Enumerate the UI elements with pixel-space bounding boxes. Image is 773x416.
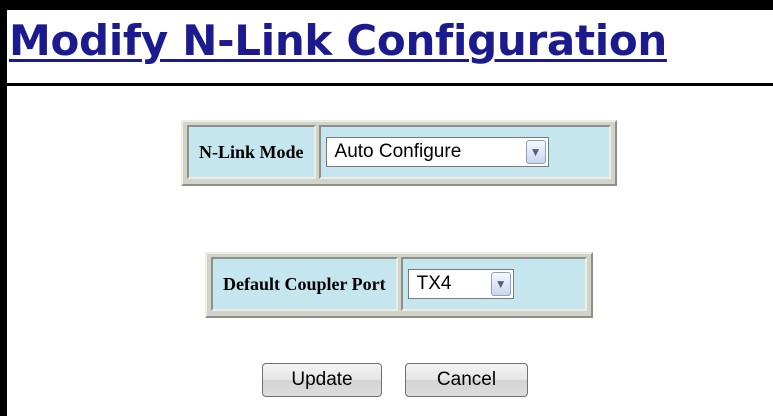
default-coupler-port-select[interactable]: TX4 ▼ bbox=[407, 269, 514, 299]
cancel-button[interactable]: Cancel bbox=[405, 363, 528, 397]
chevron-down-icon[interactable]: ▼ bbox=[525, 140, 546, 164]
nlink-mode-value: Auto Configure bbox=[334, 141, 462, 162]
default-coupler-port-value: TX4 bbox=[416, 273, 452, 294]
page-title: Modify N-Link Configuration bbox=[9, 16, 667, 65]
nlink-mode-label: N-Link Mode bbox=[199, 141, 304, 162]
nlink-mode-label-cell: N-Link Mode bbox=[187, 125, 316, 179]
default-coupler-port-control-cell: TX4 ▼ bbox=[400, 257, 587, 311]
default-coupler-port-table: Default Coupler Port TX4 ▼ bbox=[205, 252, 593, 318]
page-title-bar: Modify N-Link Configuration bbox=[7, 10, 773, 86]
default-coupler-port-label: Default Coupler Port bbox=[223, 273, 386, 294]
update-button[interactable]: Update bbox=[262, 363, 382, 397]
page-canvas: Modify N-Link Configuration N-Link Mode … bbox=[7, 10, 773, 416]
nlink-mode-table: N-Link Mode Auto Configure ▼ bbox=[181, 120, 617, 186]
nlink-mode-select[interactable]: Auto Configure ▼ bbox=[325, 137, 549, 167]
chevron-down-icon[interactable]: ▼ bbox=[490, 272, 511, 296]
default-coupler-port-label-cell: Default Coupler Port bbox=[211, 257, 398, 311]
nlink-mode-control-cell: Auto Configure ▼ bbox=[318, 125, 611, 179]
